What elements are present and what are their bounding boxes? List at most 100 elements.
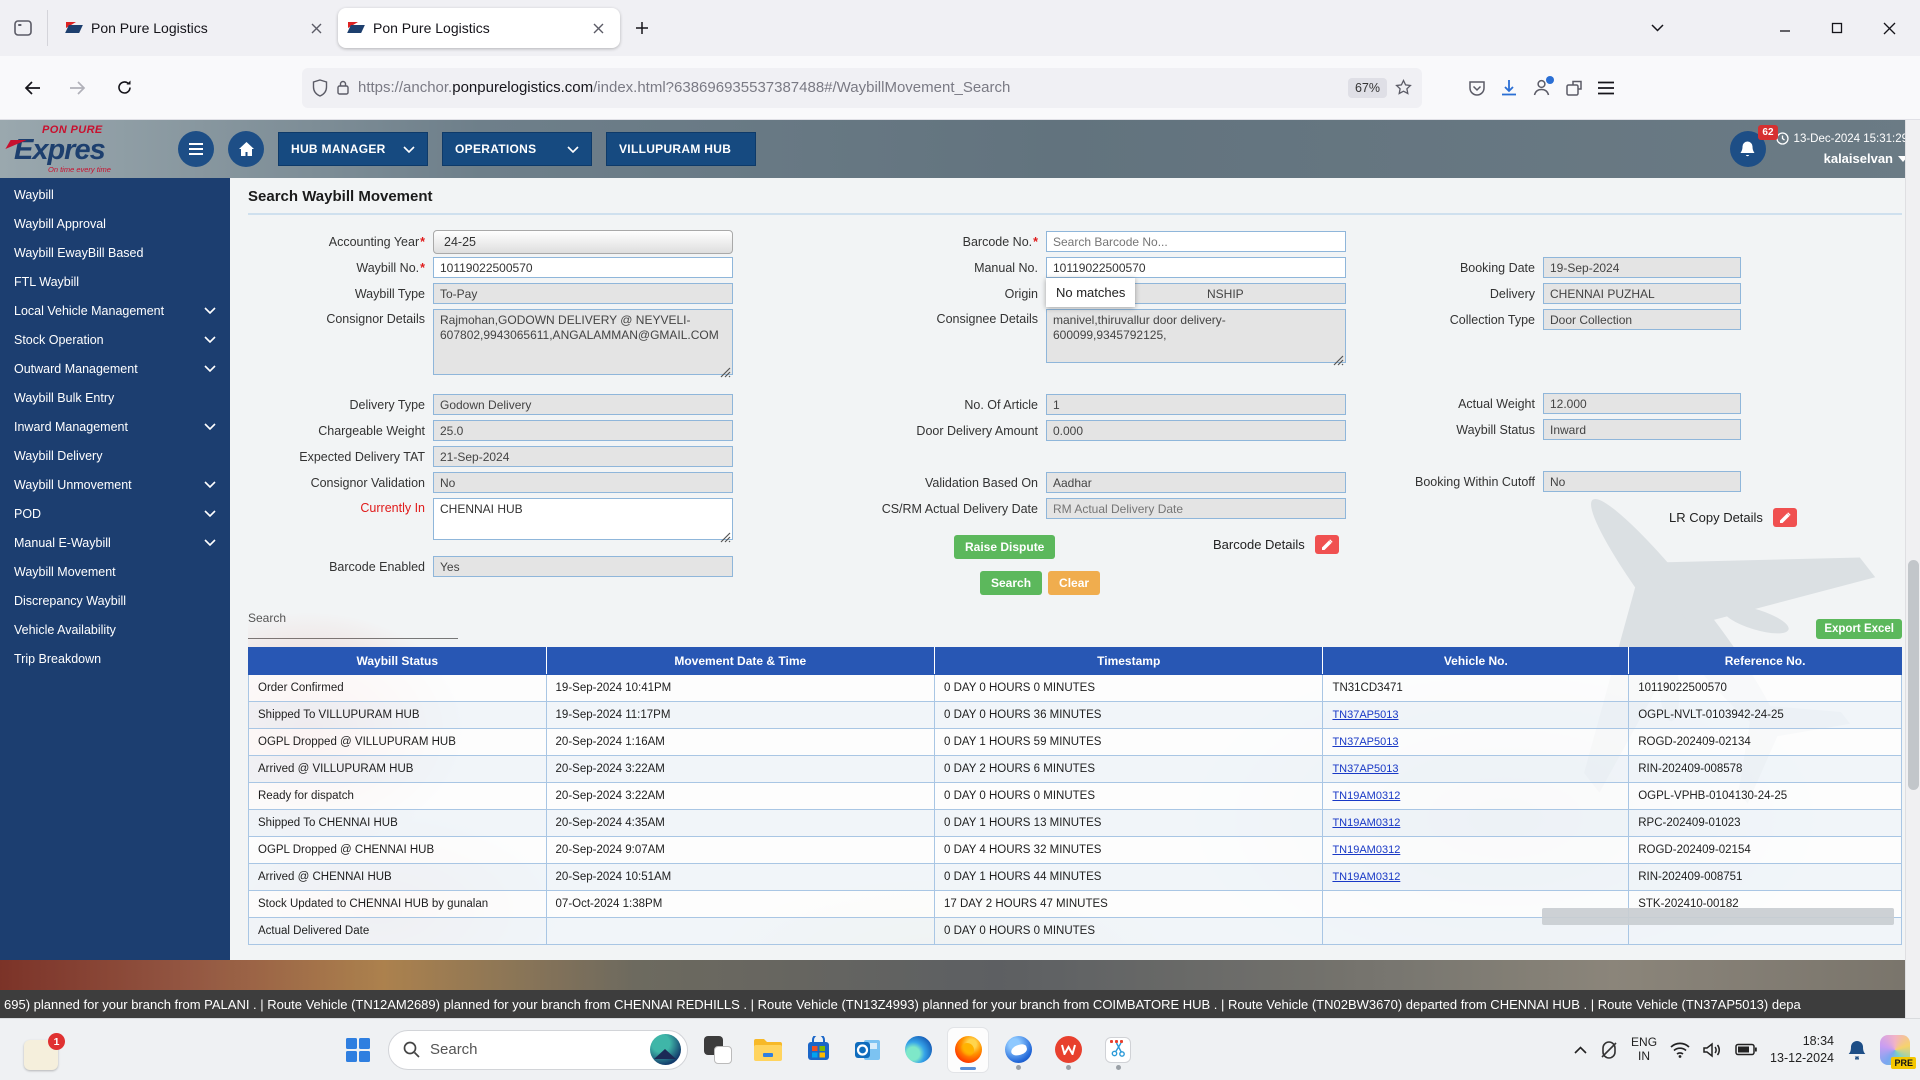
reload-icon[interactable] — [106, 70, 142, 106]
waybill-status-input[interactable] — [1543, 419, 1741, 440]
header-menu-operations[interactable]: OPERATIONS — [442, 132, 592, 166]
validation-based-on-input[interactable] — [1046, 472, 1346, 493]
door-delivery-amount-input[interactable] — [1046, 420, 1346, 441]
sidebar-item-vehicle-availability[interactable]: Vehicle Availability — [0, 615, 230, 644]
booking-within-cutoff-input[interactable] — [1543, 471, 1741, 492]
firefox-view-icon[interactable] — [8, 10, 48, 46]
close-window-icon[interactable] — [1866, 9, 1912, 47]
language-indicator[interactable]: ENGIN — [1631, 1036, 1657, 1064]
search-button[interactable]: Search — [980, 571, 1042, 595]
sidebar-item-waybill-unmovement[interactable]: Waybill Unmovement — [0, 470, 230, 499]
vehicle-link[interactable]: TN19AM0312 — [1332, 844, 1400, 856]
actual-weight-input[interactable] — [1543, 393, 1741, 414]
collection-type-input[interactable] — [1543, 309, 1741, 330]
maximize-icon[interactable] — [1814, 9, 1860, 47]
outlook-icon[interactable] — [848, 1028, 888, 1072]
tab-pon-pure-2[interactable]: Pon Pure Logistics — [338, 8, 620, 48]
sidebar-item-waybill-movement[interactable]: Waybill Movement — [0, 557, 230, 586]
back-icon[interactable] — [14, 70, 50, 106]
sidebar-item-trip-breakdown[interactable]: Trip Breakdown — [0, 644, 230, 673]
copilot-icon[interactable]: PRE — [1880, 1035, 1910, 1065]
vehicle-link[interactable]: TN19AM0312 — [1332, 871, 1400, 883]
vehicle-link[interactable]: TN19AM0312 — [1332, 817, 1400, 829]
firefox-icon[interactable] — [948, 1028, 988, 1072]
task-view-icon[interactable] — [698, 1028, 738, 1072]
taskbar-bell-icon[interactable] — [1847, 1039, 1867, 1060]
sidebar-item-manual-e-waybill[interactable]: Manual E-Waybill — [0, 528, 230, 557]
vehicle-link[interactable]: TN37AP5013 — [1332, 763, 1398, 775]
wifi-icon[interactable] — [1670, 1042, 1690, 1058]
expected-delivery-tat-input[interactable] — [433, 446, 733, 467]
sidebar-item-waybill-bulk-entry[interactable]: Waybill Bulk Entry — [0, 383, 230, 412]
corner-notification-icon[interactable]: 1 — [24, 1040, 58, 1070]
chargeable-weight-input[interactable] — [433, 420, 733, 441]
currently-in-textarea[interactable]: CHENNAI HUB — [433, 498, 733, 540]
sidebar-item-waybill[interactable]: Waybill — [0, 180, 230, 209]
user-menu[interactable]: kalaiselvan — [1824, 151, 1908, 166]
new-tab-icon[interactable] — [626, 12, 658, 44]
delivery-input[interactable] — [1543, 283, 1741, 304]
tabs-list-chevron-icon[interactable] — [1634, 9, 1680, 47]
sidebar-item-discrepancy-waybill[interactable]: Discrepancy Waybill — [0, 586, 230, 615]
close-icon[interactable] — [304, 16, 328, 40]
sidebar-item-outward-management[interactable]: Outward Management — [0, 354, 230, 383]
lr-copy-details-edit-button[interactable] — [1773, 508, 1797, 527]
edge-icon[interactable] — [898, 1028, 938, 1072]
vertical-scrollbar-thumb[interactable] — [1908, 560, 1919, 790]
consignee-details-textarea[interactable]: manivel,thiruvallur door delivery-600099… — [1046, 309, 1346, 363]
lock-icon[interactable] — [336, 79, 350, 96]
waybill-no-input[interactable] — [433, 257, 733, 278]
barcode-no-input[interactable] — [1046, 231, 1346, 252]
header-menu-hub-manager[interactable]: HUB MANAGER — [278, 132, 428, 166]
bell-icon[interactable]: 62 — [1730, 131, 1766, 167]
page-vertical-scrollbar[interactable] — [1905, 120, 1920, 1018]
close-icon[interactable] — [586, 16, 610, 40]
vehicle-link[interactable]: TN37AP5013 — [1332, 736, 1398, 748]
account-icon[interactable] — [1532, 78, 1551, 97]
speaker-icon[interactable] — [1703, 1042, 1722, 1058]
home-icon[interactable] — [228, 131, 264, 167]
header-menu-villupuram-hub[interactable]: VILLUPURAM HUB — [606, 132, 756, 166]
minimize-icon[interactable] — [1762, 9, 1808, 47]
thunderbird-icon[interactable] — [998, 1028, 1038, 1072]
table-search-input[interactable]: Search — [248, 611, 458, 639]
sidebar-item-inward-management[interactable]: Inward Management — [0, 412, 230, 441]
sidebar-item-waybill-ewaybill-based[interactable]: Waybill EwayBill Based — [0, 238, 230, 267]
vehicle-link[interactable]: TN19AM0312 — [1332, 790, 1400, 802]
export-excel-button[interactable]: Export Excel — [1816, 619, 1902, 639]
start-icon[interactable] — [338, 1028, 378, 1072]
extensions-icon[interactable] — [1565, 79, 1583, 97]
store-icon[interactable] — [798, 1028, 838, 1072]
consignor-details-textarea[interactable]: Rajmohan,GODOWN DELIVERY @ NEYVELI-60780… — [433, 309, 733, 375]
zoom-badge[interactable]: 67% — [1348, 78, 1387, 98]
delivery-type-input[interactable] — [433, 394, 733, 415]
mouse-icon[interactable] — [1600, 1040, 1618, 1060]
manual-no-input[interactable] — [1046, 257, 1346, 278]
star-icon[interactable] — [1395, 79, 1412, 96]
tray-chevron-icon[interactable] — [1574, 1046, 1587, 1054]
waybill-type-input[interactable] — [433, 283, 733, 304]
download-icon[interactable] — [1500, 79, 1518, 97]
tab-pon-pure-1[interactable]: Pon Pure Logistics — [56, 8, 338, 48]
no-of-article-input[interactable] — [1046, 394, 1346, 415]
sidebar-item-waybill-delivery[interactable]: Waybill Delivery — [0, 441, 230, 470]
sidebar-item-waybill-approval[interactable]: Waybill Approval — [0, 209, 230, 238]
file-explorer-icon[interactable] — [748, 1028, 788, 1072]
consignor-validation-input[interactable] — [433, 472, 733, 493]
hamburger-icon[interactable] — [178, 131, 214, 167]
vehicle-link[interactable]: TN37AP5013 — [1332, 709, 1398, 721]
search-highlight-image[interactable] — [650, 1034, 681, 1065]
sidebar-item-ftl-waybill[interactable]: FTL Waybill — [0, 267, 230, 296]
sidebar-item-pod[interactable]: POD — [0, 499, 230, 528]
wps-icon[interactable] — [1048, 1028, 1088, 1072]
taskbar-clock[interactable]: 18:3413-12-2024 — [1770, 1033, 1834, 1066]
clear-button[interactable]: Clear — [1048, 571, 1100, 595]
booking-date-input[interactable] — [1543, 257, 1741, 278]
snip-icon[interactable] — [1098, 1028, 1138, 1072]
battery-icon[interactable] — [1735, 1043, 1757, 1056]
forward-icon[interactable] — [60, 70, 96, 106]
url-bar[interactable]: https://anchor.ponpurelogistics.com/inde… — [302, 68, 1422, 108]
raise-dispute-button[interactable]: Raise Dispute — [954, 535, 1055, 559]
shield-icon[interactable] — [312, 79, 328, 97]
horizontal-scrollbar-thumb[interactable] — [1542, 908, 1894, 925]
